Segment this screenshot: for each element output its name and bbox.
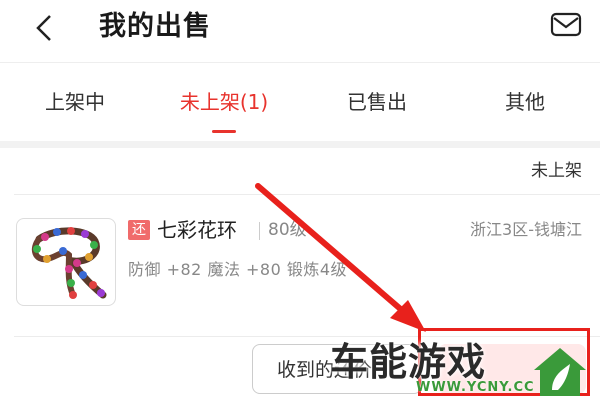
item-server: 浙江3区-钱塘江 [470, 220, 582, 239]
tab-bar: 上架中 未上架(1) 已售出 其他 [0, 62, 600, 141]
highlight-box [418, 328, 590, 396]
tab-listed[interactable]: 上架中 [20, 63, 130, 141]
back-button[interactable] [30, 10, 58, 46]
listing-status: 未上架 [531, 161, 582, 181]
mail-icon [550, 12, 582, 37]
item-thumbnail[interactable] [16, 218, 116, 306]
tab-other[interactable]: 其他 [470, 63, 580, 141]
page-title: 我的出售 [99, 11, 211, 42]
app-header: 我的出售 [0, 0, 600, 62]
item-stats: 防御 +82 魔法 +80 锻炼4级 [128, 260, 348, 279]
divider [14, 194, 600, 195]
mail-button[interactable] [550, 12, 582, 38]
garland-item-icon [31, 227, 107, 299]
chevron-left-icon [36, 15, 51, 41]
item-name: 七彩花环 [157, 218, 237, 242]
status-badge: 还 [128, 220, 150, 240]
divider [259, 222, 260, 240]
tab-sold[interactable]: 已售出 [322, 63, 432, 141]
item-level: 80级 [268, 220, 307, 240]
received-offers-button[interactable]: 收到的还价 [252, 344, 422, 394]
active-tab-indicator [212, 130, 236, 133]
